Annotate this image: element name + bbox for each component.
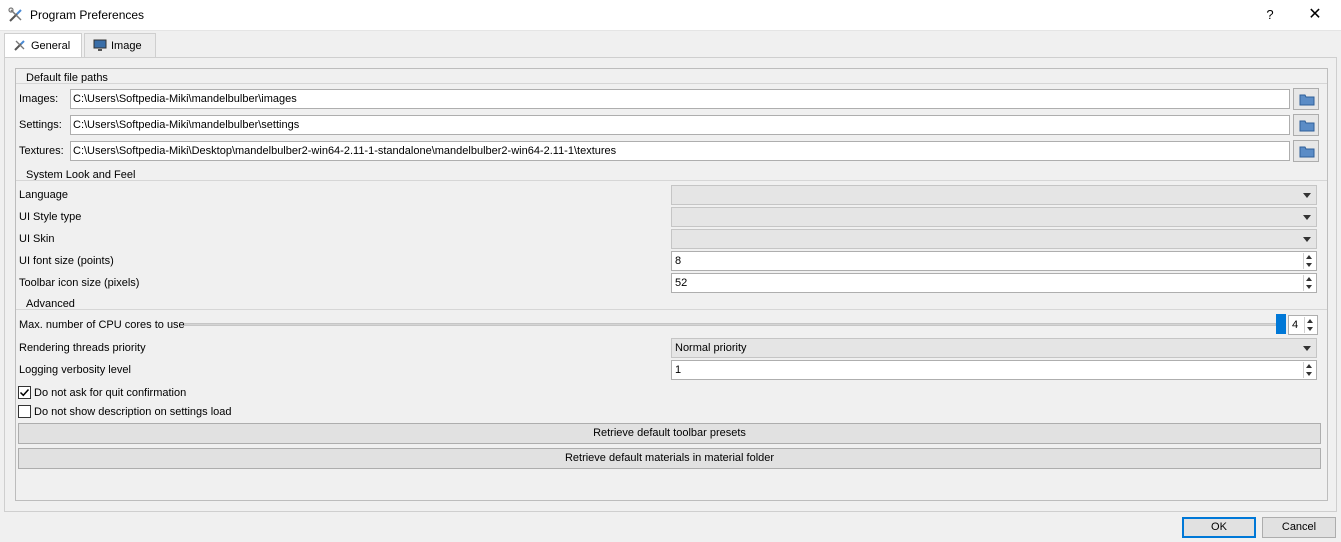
language-label: Language [19,189,68,201]
priority-label: Rendering threads priority [19,342,146,354]
tools-app-icon [8,7,22,22]
priority-value: Normal priority [675,342,747,354]
monitor-icon [93,39,107,51]
close-button[interactable]: ✕ [1300,4,1330,26]
textures-browse-button[interactable] [1293,140,1319,162]
arrow-down-icon [1307,327,1313,331]
folder-icon [1299,146,1315,158]
help-button[interactable]: ? [1255,4,1285,26]
settings-group: Default file paths Images: C:\Users\Soft… [15,68,1328,501]
arrow-down-icon [1306,285,1312,289]
textures-path-input[interactable]: C:\Users\Softpedia-Miki\Desktop\mandelbu… [70,141,1290,161]
ui-style-label: UI Style type [19,211,82,223]
cpu-cores-value: 4 [1292,319,1299,331]
images-path-input[interactable]: C:\Users\Softpedia-Miki\mandelbulber\ima… [70,89,1290,109]
font-size-spinbox[interactable]: 8 [671,251,1317,271]
cpu-cores-spinbox[interactable]: 4 [1288,315,1318,335]
images-browse-button[interactable] [1293,88,1319,110]
tab-image[interactable]: Image [84,33,156,57]
window-title: Program Preferences [30,8,145,22]
ok-button[interactable]: OK [1182,517,1256,538]
settings-label: Settings: [19,119,62,131]
images-label: Images: [19,93,59,105]
logging-value: 1 [675,364,682,376]
cpu-cores-label: Max. number of CPU cores to use [19,319,185,331]
settings-path-input[interactable]: C:\Users\Softpedia-Miki\mandelbulber\set… [70,115,1290,135]
language-select[interactable] [671,185,1317,205]
arrow-up-icon [1306,364,1312,368]
chevron-down-icon [1303,237,1311,242]
tab-general-label: General [31,40,71,52]
tab-image-label: Image [111,40,142,52]
settings-browse-button[interactable] [1293,114,1319,136]
chevron-down-icon [1303,215,1311,220]
folder-icon [1299,94,1315,106]
divider [16,180,1327,181]
retrieve-materials-button[interactable]: Retrieve default materials in material f… [18,448,1321,469]
chevron-down-icon [1303,346,1311,351]
show-description-label[interactable]: Do not show description on settings load [34,402,232,422]
cpu-cores-slider-handle[interactable] [1276,314,1286,334]
general-tab-panel: Default file paths Images: C:\Users\Soft… [4,57,1337,512]
cpu-cores-slider[interactable] [184,323,1276,326]
icon-size-value: 52 [675,277,688,289]
arrow-down-icon [1306,263,1312,267]
chevron-down-icon [1303,193,1311,198]
title-bar: Program Preferences ? ✕ [0,0,1341,31]
show-description-checkbox[interactable] [18,405,31,418]
folder-icon [1299,120,1315,132]
arrow-down-icon [1306,372,1312,376]
ui-skin-label: UI Skin [19,233,55,245]
tools-icon [14,40,25,51]
spin-buttons[interactable] [1303,275,1315,291]
ui-skin-select[interactable] [671,229,1317,249]
tab-general[interactable]: General [4,33,82,58]
icon-size-spinbox[interactable]: 52 [671,273,1317,293]
retrieve-toolbar-presets-button[interactable]: Retrieve default toolbar presets [18,423,1321,444]
icon-size-label: Toolbar icon size (pixels) [19,277,140,289]
priority-select[interactable]: Normal priority [671,338,1317,358]
checkmark-icon [19,388,30,397]
cancel-button[interactable]: Cancel [1262,517,1336,538]
divider [16,83,1327,84]
font-size-label: UI font size (points) [19,255,114,267]
ui-style-select[interactable] [671,207,1317,227]
spin-buttons[interactable] [1303,253,1315,269]
arrow-up-icon [1307,319,1313,323]
logging-spinbox[interactable]: 1 [671,360,1317,380]
arrow-up-icon [1306,255,1312,259]
font-size-value: 8 [675,255,682,267]
logging-label: Logging verbosity level [19,364,131,376]
spin-buttons[interactable] [1303,362,1315,378]
arrow-up-icon [1306,277,1312,281]
quit-confirm-checkbox[interactable] [18,386,31,399]
textures-label: Textures: [19,145,64,157]
quit-confirm-label[interactable]: Do not ask for quit confirmation [34,383,186,403]
spin-buttons[interactable] [1304,317,1316,333]
divider [16,309,1327,310]
